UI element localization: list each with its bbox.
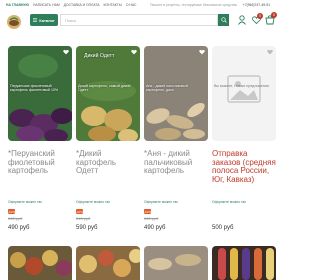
nav-contact-us-link[interactable]: НАПИСАТЬ НАМ [33, 3, 60, 7]
product-image[interactable]: Аня - дикий пальчиковый картофель, дико [144, 46, 208, 141]
product-title[interactable]: Отправка заказов (средняя полоса России,… [212, 149, 276, 184]
image-label: Дикий Одетт [84, 53, 115, 59]
search-placeholder: Поиск [65, 17, 77, 23]
product-card[interactable]: Перуанские фиолетовый картофель фиолетов… [8, 46, 72, 276]
search-input[interactable]: Поиск [60, 14, 218, 26]
product-card[interactable]: Аня - дикий пальчиковый картофель, дико … [144, 46, 208, 276]
product-image[interactable]: Дикий Одетт Дикий картофель, самый дикий… [76, 46, 140, 141]
product-image[interactable] [76, 246, 140, 280]
heart-icon[interactable] [131, 49, 137, 55]
mixed-potatoes-image [76, 246, 140, 280]
user-icon[interactable] [238, 15, 246, 25]
heart-icon[interactable] [63, 49, 69, 55]
heart-icon[interactable] [267, 49, 273, 55]
top-bar: НА ГЛАВНУЮ НАПИСАТЬ НАМ ДОСТАВКА И ОПЛАТ… [0, 0, 280, 10]
price: 500 руб [212, 225, 234, 231]
product-title[interactable]: *Перуанский фиолетовый картофель [8, 149, 72, 176]
corn-image [212, 246, 276, 280]
image-caption: Дикий картофель, самый дикий Одетт [78, 84, 131, 93]
image-caption: Перуанские фиолетовый картофель фиолетов… [10, 84, 59, 93]
search-icon [220, 17, 227, 23]
mixed-potatoes-image [8, 246, 72, 280]
price: 590 руб [76, 225, 98, 231]
potatoes-image [144, 246, 208, 280]
placeholder-image [212, 46, 276, 141]
stock-status: Оформите можно так [212, 200, 246, 204]
product-card[interactable]: Дикий Одетт Дикий картофель, самый дикий… [76, 46, 140, 276]
phone-number[interactable]: +7(963)747-49-91 [243, 3, 270, 7]
product-image[interactable] [144, 246, 208, 280]
sale-badge: -10% [144, 209, 152, 214]
heart-icon[interactable] [199, 49, 205, 55]
nav-delivery-link[interactable]: ДОСТАВКА И ОПЛАТА [64, 3, 100, 7]
product-image[interactable]: Вы можете, Новые предложения [212, 46, 276, 141]
product-image[interactable]: Перуанские фиолетовый картофель фиолетов… [8, 46, 72, 141]
product-title[interactable]: *Аня - дикий пальчиковый картофель [144, 149, 208, 176]
price: 490 руб [144, 225, 166, 231]
top-nav: НА ГЛАВНУЮ НАПИСАТЬ НАМ ДОСТАВКА И ОПЛАТ… [6, 3, 137, 7]
catalog-label: Каталог [39, 17, 55, 23]
old-price: 545 руб [8, 216, 23, 221]
stock-status: Оформите можно так [144, 200, 178, 204]
product-image[interactable] [8, 246, 72, 280]
price: 490 руб [8, 225, 30, 231]
cart-count-badge: 0 [271, 12, 277, 18]
favorites-count-badge: 0 [257, 13, 263, 19]
stock-status: Оформите можно так [76, 200, 110, 204]
sale-badge: -10% [8, 209, 16, 214]
sale-badge: -10% [76, 209, 84, 214]
old-price: 545 руб [144, 216, 159, 221]
yellow-potatoes-image [76, 46, 140, 141]
image-caption: Вы можете, Новые предложения [214, 84, 269, 88]
logo[interactable] [6, 14, 22, 30]
nav-home-link[interactable]: НА ГЛАВНУЮ [6, 3, 29, 7]
search-button[interactable] [218, 14, 229, 26]
purple-potatoes-image [8, 46, 72, 141]
stock-status: Оформите можно так [8, 200, 42, 204]
product-image[interactable] [212, 246, 276, 280]
slogan: Пишите в рецепты, тестируемые безопасные… [150, 3, 237, 7]
image-caption: Аня - дикий пальчиковый картофель, дико [146, 84, 188, 93]
menu-icon [33, 18, 38, 22]
old-price: 545 руб [76, 216, 91, 221]
nav-about-link[interactable]: О НАС [126, 3, 137, 7]
fingerling-potatoes-image [144, 46, 208, 141]
product-title[interactable]: *Дикий картофель Одетт [76, 149, 140, 176]
nav-contacts-link[interactable]: КОНТАКТЫ [104, 3, 122, 7]
catalog-button[interactable]: Каталог [30, 14, 58, 26]
product-card[interactable]: Вы можете, Новые предложения Отправка за… [212, 46, 276, 276]
